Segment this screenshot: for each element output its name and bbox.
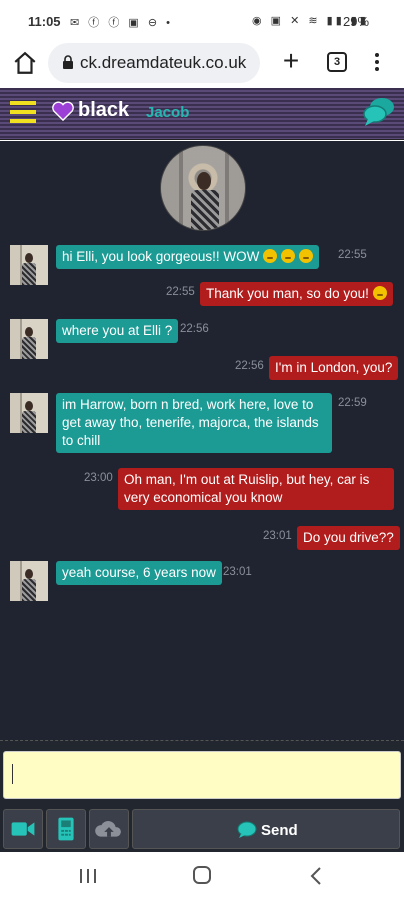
message-timestamp: 23:00 <box>84 472 113 484</box>
app-header: black Jacob <box>0 88 404 140</box>
video-call-button[interactable] <box>3 809 43 849</box>
new-tab-button[interactable]: + <box>278 47 304 75</box>
message-timestamp: 23:01 <box>223 566 252 578</box>
text-caret <box>12 764 13 784</box>
more-vert-icon[interactable] <box>370 50 384 76</box>
message-timestamp: 22:56 <box>180 323 209 335</box>
partner-profile-photo[interactable] <box>160 145 246 231</box>
message-text: Do you drive?? <box>303 530 394 545</box>
emoji-icon <box>281 249 296 263</box>
message-text: where you at Elli ? <box>62 323 173 338</box>
brand-name[interactable]: black <box>78 99 129 122</box>
phone-call-button[interactable] <box>46 809 86 849</box>
send-chat-icon <box>237 821 257 838</box>
browser-toolbar: ck.dreamdateuk.co.uk + 3 <box>0 40 404 86</box>
nav-recent-icon[interactable] <box>78 868 98 884</box>
url-text: ck.dreamdateuk.co.uk <box>80 53 247 72</box>
message-timestamp: 22:55 <box>166 286 195 298</box>
heart-icon <box>52 101 74 122</box>
message-outgoing: Do you drive?? <box>297 526 400 550</box>
message-input[interactable] <box>3 751 401 799</box>
tabs-icon[interactable]: 3 <box>327 52 347 72</box>
message-text: Oh man, I'm out at Ruislip, but hey, car… <box>124 472 370 505</box>
nav-home-icon[interactable] <box>193 866 211 884</box>
message-incoming: yeah course, 6 years now <box>56 561 222 585</box>
message-incoming: hi Elli, you look gorgeous!! WOW <box>56 245 320 269</box>
cloud-upload-icon <box>95 820 121 837</box>
message-text: hi Elli, you look gorgeous!! WOW <box>62 249 260 264</box>
status-bar: 11:05 ✉ ⓕ ⓕ ▣ ⊖ • ◉ ▣ ✕ ≋ ▮▮ ▮▮ 29% <box>0 0 404 40</box>
partner-avatar[interactable] <box>10 319 48 359</box>
message-text: Thank you man, so do you! <box>206 286 369 301</box>
hamburger-icon[interactable] <box>10 101 36 123</box>
message-incoming: im Harrow, born n bred, work here, love … <box>56 393 332 453</box>
partner-avatar[interactable] <box>10 245 48 285</box>
system-nav-bar <box>0 852 404 900</box>
upload-button[interactable] <box>89 809 129 849</box>
emoji-icon <box>299 249 314 263</box>
status-time: 11:05 <box>28 14 61 29</box>
message-timestamp: 22:55 <box>338 249 367 261</box>
message-incoming: where you at Elli ? <box>56 319 179 343</box>
send-button-label: Send <box>261 822 298 839</box>
message-timestamp: 22:59 <box>338 397 367 409</box>
notification-icons: ✉ ⓕ ⓕ ▣ ⊖ • <box>70 17 173 29</box>
partner-avatar[interactable] <box>10 561 48 601</box>
nav-back-icon[interactable] <box>309 866 323 886</box>
message-text: im Harrow, born n bred, work here, love … <box>62 397 319 448</box>
message-timestamp: 23:01 <box>263 530 292 542</box>
message-outgoing: Thank you man, so do you! <box>200 282 393 306</box>
message-text: yeah course, 6 years now <box>62 565 216 580</box>
emoji-icon <box>263 249 278 263</box>
phone-icon <box>58 817 74 841</box>
chat-thread[interactable]: hi Elli, you look gorgeous!! WOW 22:55 2… <box>0 141 404 740</box>
partner-avatar[interactable] <box>10 393 48 433</box>
chat-bubbles-icon[interactable] <box>362 96 396 128</box>
message-text: I'm in London, you? <box>275 360 393 375</box>
address-bar[interactable]: ck.dreamdateuk.co.uk <box>48 43 260 83</box>
chat-partner-name[interactable]: Jacob <box>146 104 189 121</box>
video-camera-icon <box>11 822 35 836</box>
home-icon[interactable] <box>12 50 38 76</box>
message-outgoing: I'm in London, you? <box>269 356 399 380</box>
battery-level: 29% <box>343 14 370 29</box>
message-composer: Send <box>0 740 404 852</box>
emoji-icon <box>372 286 387 300</box>
send-button[interactable]: Send <box>132 809 400 849</box>
message-timestamp: 22:56 <box>235 360 264 372</box>
lock-icon <box>63 55 73 69</box>
message-outgoing: Oh man, I'm out at Ruislip, but hey, car… <box>118 468 394 510</box>
